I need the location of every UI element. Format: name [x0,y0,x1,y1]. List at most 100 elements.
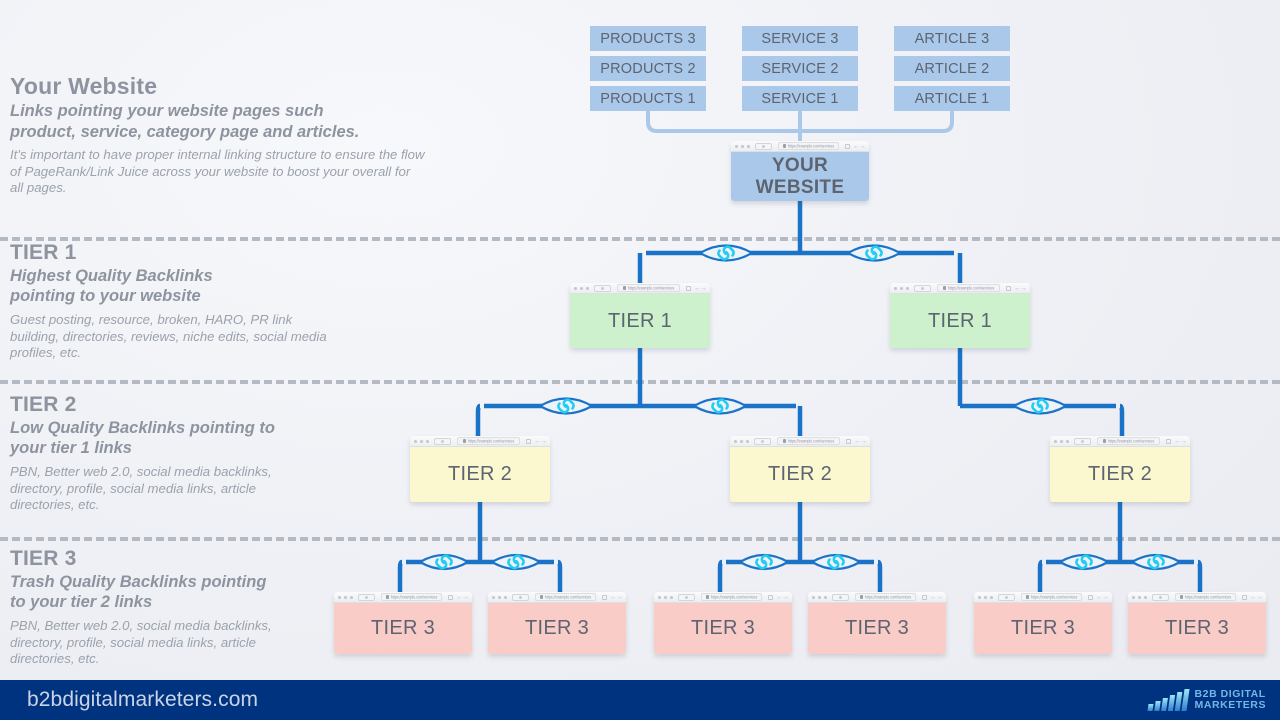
reload-icon[interactable] [526,438,531,444]
back-forward-icon[interactable]: ←→ [1096,594,1109,601]
brand-line-2: MARKETERS [1194,699,1266,711]
address-bar[interactable]: https://example.com/services [778,142,839,150]
tab-chip[interactable] [434,437,451,445]
back-forward-icon[interactable]: ←→ [1174,438,1187,445]
tab-chip[interactable] [998,593,1015,601]
window-dot-maximize [906,286,909,290]
window-dot-minimize [900,286,903,290]
reload-icon[interactable] [686,285,691,291]
node-label: TIER 2 [730,447,870,502]
lock-icon [539,595,543,599]
lock-icon [1025,595,1029,599]
node-your-website[interactable]: https://example.com/services ←→ YOUR WEB… [731,141,869,201]
address-bar-url: https://example.com/services [1030,594,1078,600]
reload-icon[interactable] [1166,438,1171,444]
reload-icon[interactable] [768,594,773,600]
address-bar-url: https://example.com/services [947,285,995,291]
back-forward-icon[interactable]: ←→ [853,143,866,150]
lock-icon [859,595,863,599]
node-tier3-3[interactable]: https://example.com/services ←→ TIER 3 [654,592,792,654]
node-tier2-2[interactable]: https://example.com/services ←→ TIER 2 [730,436,870,502]
tab-chip[interactable] [1152,593,1169,601]
address-bar[interactable]: https://example.com/services [617,284,680,292]
window-dot-maximize [350,595,353,599]
browser-chrome: https://example.com/services ←→ [730,436,870,447]
back-forward-icon[interactable]: ←→ [610,594,623,601]
infographic-canvas: Your Website Links pointing your website… [0,0,1280,720]
lock-icon [782,439,786,443]
tab-chip[interactable] [755,142,772,150]
window-dot-close [658,595,661,599]
brand-text: B2B DIGITAL MARKETERS [1194,688,1266,712]
back-forward-icon[interactable]: ←→ [854,438,867,445]
node-tier2-3[interactable]: https://example.com/services ←→ TIER 2 [1050,436,1190,502]
lock-icon [1179,595,1183,599]
lock-icon [942,286,946,290]
browser-chrome: https://example.com/services ←→ [1050,436,1190,447]
node-tier3-4[interactable]: https://example.com/services ←→ TIER 3 [808,592,946,654]
tab-chip[interactable] [678,593,695,601]
node-tier3-1[interactable]: https://example.com/services ←→ TIER 3 [334,592,472,654]
window-dot-minimize [1060,439,1063,443]
window-dot-minimize [498,595,501,599]
brand-logo: B2B DIGITAL MARKETERS [1147,688,1266,712]
tab-chip[interactable] [914,284,931,292]
node-tier1-1[interactable]: https://example.com/services ←→ TIER 1 [570,283,710,348]
back-forward-icon[interactable]: ←→ [456,594,469,601]
lock-icon [782,144,786,148]
reload-icon[interactable] [602,594,607,600]
lock-icon [385,595,389,599]
node-label: TIER 3 [654,603,792,654]
browser-chrome: https://example.com/services ←→ [334,592,472,603]
address-bar[interactable]: https://example.com/services [937,284,1000,292]
address-bar-url: https://example.com/services [627,285,675,291]
window-dot-close [1132,595,1135,599]
address-bar[interactable]: https://example.com/services [1175,593,1236,601]
tab-chip[interactable] [358,593,375,601]
browser-chrome: https://example.com/services ←→ [890,283,1030,294]
reload-icon[interactable] [448,594,453,600]
node-tier3-5[interactable]: https://example.com/services ←→ TIER 3 [974,592,1112,654]
reload-icon[interactable] [1088,594,1093,600]
node-label: TIER 3 [488,603,626,654]
browser-chrome: https://example.com/services ←→ [731,141,869,152]
back-forward-icon[interactable]: ←→ [1014,285,1027,292]
address-bar[interactable]: https://example.com/services [535,593,596,601]
address-bar[interactable]: https://example.com/services [701,593,762,601]
back-forward-icon[interactable]: ←→ [930,594,943,601]
address-bar[interactable]: https://example.com/services [1021,593,1082,601]
address-bar[interactable]: https://example.com/services [1097,437,1160,445]
address-bar[interactable]: https://example.com/services [381,593,442,601]
window-dot-close [338,595,341,599]
tab-chip[interactable] [832,593,849,601]
window-dot-minimize [818,595,821,599]
reload-icon[interactable] [845,143,850,149]
back-forward-icon[interactable]: ←→ [534,438,547,445]
node-tier3-2[interactable]: https://example.com/services ←→ TIER 3 [488,592,626,654]
node-tier1-2[interactable]: https://example.com/services ←→ TIER 1 [890,283,1030,348]
reload-icon[interactable] [1006,285,1011,291]
tab-chip[interactable] [512,593,529,601]
tab-chip[interactable] [1074,437,1091,445]
address-bar-url: https://example.com/services [710,594,758,600]
reload-icon[interactable] [922,594,927,600]
tab-chip[interactable] [754,437,771,445]
back-forward-icon[interactable]: ←→ [776,594,789,601]
node-label: TIER 3 [974,603,1112,654]
reload-icon[interactable] [1242,594,1247,600]
address-bar[interactable]: https://example.com/services [777,437,840,445]
window-dot-maximize [1144,595,1147,599]
back-forward-icon[interactable]: ←→ [694,285,707,292]
browser-chrome: https://example.com/services ←→ [808,592,946,603]
address-bar[interactable]: https://example.com/services [855,593,916,601]
window-dot-close [978,595,981,599]
address-bar[interactable]: https://example.com/services [457,437,520,445]
address-bar-url: https://example.com/services [1184,594,1232,600]
node-tier3-6[interactable]: https://example.com/services ←→ TIER 3 [1128,592,1266,654]
node-tier2-1[interactable]: https://example.com/services ←→ TIER 2 [410,436,550,502]
back-forward-icon[interactable]: ←→ [1250,594,1263,601]
browser-chrome: https://example.com/services ←→ [488,592,626,603]
tab-chip[interactable] [594,284,611,292]
reload-icon[interactable] [846,438,851,444]
window-dot-minimize [984,595,987,599]
